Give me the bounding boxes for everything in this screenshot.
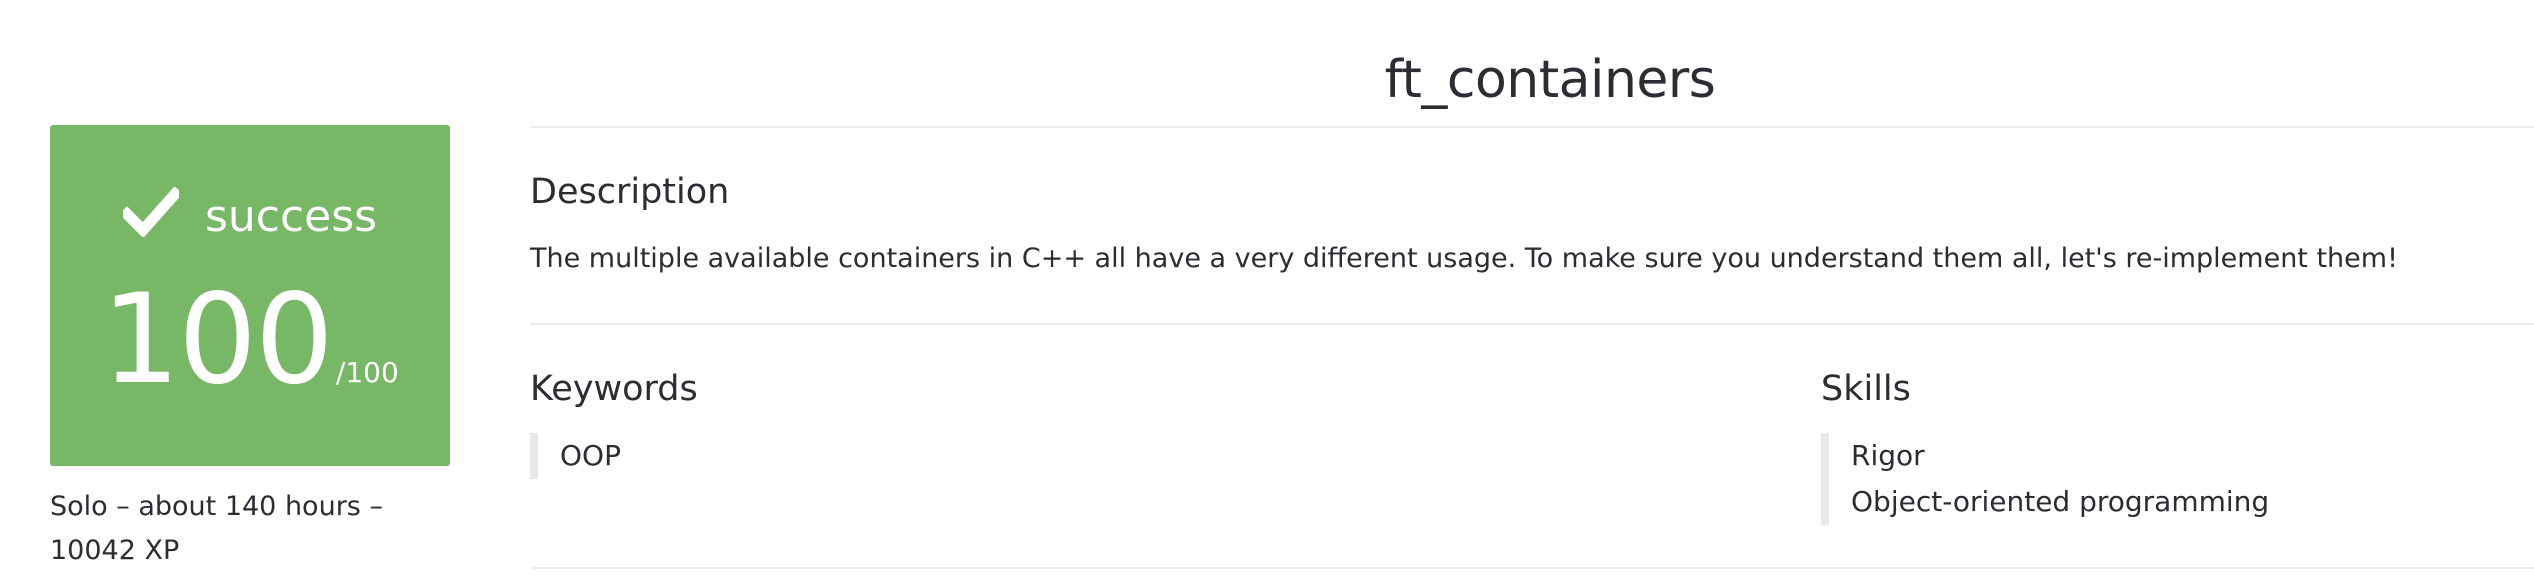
page-title: ft_containers [1384, 49, 1716, 110]
keyword-item: OOP [560, 439, 621, 472]
status-line: success [50, 186, 450, 247]
score-max: /100 [335, 356, 399, 389]
divider [530, 323, 2534, 325]
checkmark-icon [119, 186, 205, 242]
divider [530, 567, 2534, 569]
skill-item: Object-oriented programming [1851, 485, 2270, 518]
score-display: 100/100 [50, 275, 450, 405]
project-page: ft_containers success 100/100 Solo – abo… [0, 0, 2534, 584]
divider [530, 126, 2534, 128]
skill-item: Rigor [1851, 439, 1925, 472]
description-text: The multiple available containers in C++… [530, 243, 2398, 274]
status-text: success [204, 191, 378, 242]
skills-heading: Skills [1821, 369, 1911, 409]
skills-list: Rigor Object-oriented programming [1821, 433, 2269, 525]
project-meta: Solo – about 140 hours – 10042 XP [50, 485, 430, 573]
meta-line-duration: Solo – about 140 hours – [50, 491, 383, 522]
meta-line-xp: 10042 XP [50, 535, 180, 566]
keywords-list: OOP [530, 433, 621, 479]
keywords-heading: Keywords [530, 369, 698, 409]
score-value: 100 [101, 268, 334, 412]
score-card: success 100/100 [50, 125, 450, 466]
description-heading: Description [530, 172, 730, 212]
